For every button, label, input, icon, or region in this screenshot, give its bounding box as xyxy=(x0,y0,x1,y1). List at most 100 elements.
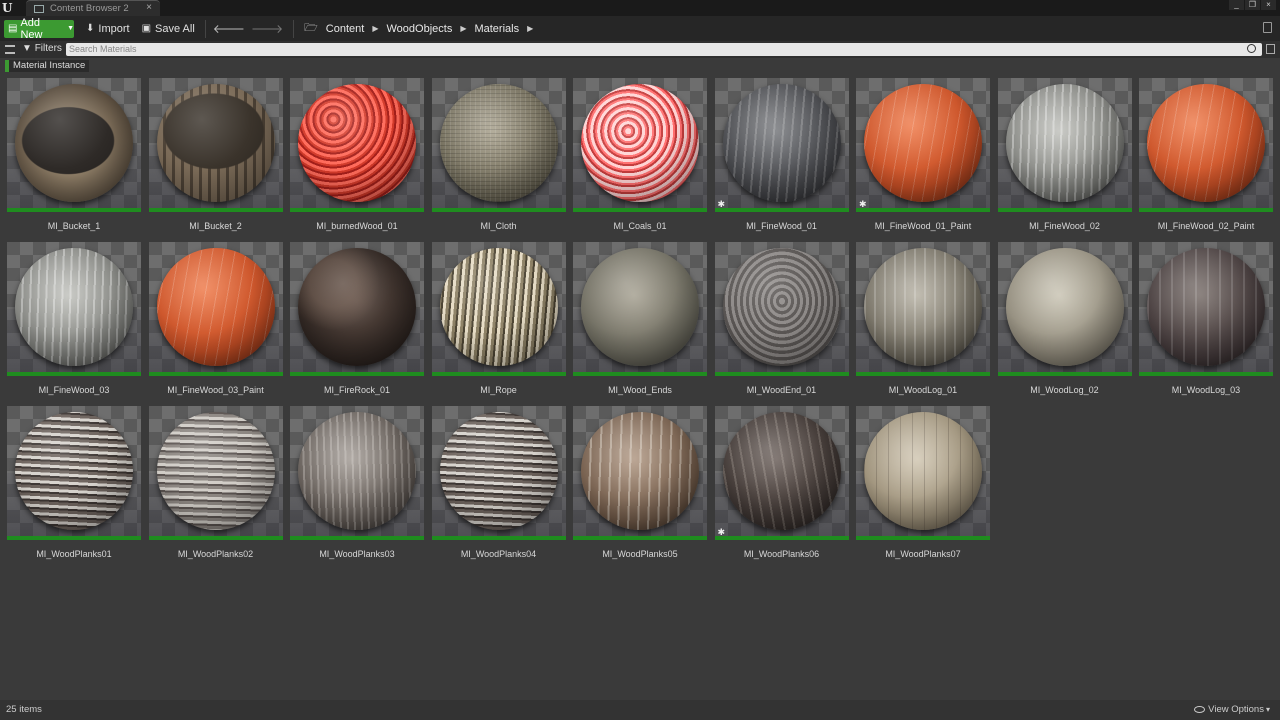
asset-tile[interactable]: MI_WoodEnd_01 xyxy=(714,242,849,395)
asset-tile[interactable]: ✱ MI_FineWood_01 xyxy=(714,78,849,231)
asset-tile[interactable]: MI_FineWood_03 xyxy=(7,242,141,395)
dirty-asterisk-icon: ✱ xyxy=(717,527,726,537)
asset-type-color-bar xyxy=(1139,372,1273,376)
chevron-down-icon: ▾ xyxy=(1265,705,1270,714)
asset-type-color-bar xyxy=(290,536,424,540)
asset-name: MI_WoodPlanks01 xyxy=(36,549,112,559)
chevron-right-icon[interactable]: ▶ xyxy=(527,24,533,33)
asset-type-color-bar xyxy=(148,372,283,376)
view-options-button[interactable]: View Options ▾ xyxy=(1194,704,1270,715)
breadcrumb-content[interactable]: Content xyxy=(326,23,365,35)
chevron-right-icon[interactable]: ▶ xyxy=(460,24,466,33)
tab-label: Content Browser 2 xyxy=(50,3,129,14)
asset-tile[interactable]: MI_Rope xyxy=(431,242,566,395)
asset-name: MI_Wood_Ends xyxy=(608,385,672,395)
maximize-button[interactable]: ❐ xyxy=(1245,0,1260,10)
asset-name: MI_WoodEnd_01 xyxy=(746,385,817,395)
asset-thumbnail xyxy=(1139,78,1273,212)
add-new-button[interactable]: ▤ Add New ▼ xyxy=(4,16,74,41)
asset-thumbnail: ✱ xyxy=(714,406,849,540)
tab-content-browser[interactable]: Content Browser 2 × xyxy=(26,0,160,16)
import-button[interactable]: ⬇ Import xyxy=(86,20,130,38)
asset-tile[interactable]: MI_WoodPlanks04 xyxy=(431,406,566,559)
save-search-icon[interactable] xyxy=(1266,44,1275,54)
close-window-button[interactable]: × xyxy=(1261,0,1276,10)
breadcrumb: 🗁 Content ▶ WoodObjects ▶ Materials ▶ xyxy=(304,19,541,38)
item-count: 25 items xyxy=(6,704,42,715)
asset-name: MI_WoodPlanks04 xyxy=(460,549,537,559)
filter-funnel-icon: ▼ xyxy=(22,43,32,54)
asset-tile[interactable]: MI_Coals_01 xyxy=(573,78,707,231)
asset-name: MI_WoodPlanks05 xyxy=(602,549,678,559)
asset-name: MI_burnedWood_01 xyxy=(316,221,398,231)
asset-tile[interactable]: MI_WoodPlanks03 xyxy=(290,406,424,559)
breadcrumb-woodobjects[interactable]: WoodObjects xyxy=(386,23,452,35)
asset-type-color-bar xyxy=(997,372,1132,376)
breadcrumb-materials[interactable]: Materials xyxy=(474,23,519,35)
chevron-right-icon[interactable]: ▶ xyxy=(372,24,378,33)
asset-tile[interactable]: MI_Bucket_1 xyxy=(7,78,141,231)
asset-name: MI_FineWood_03_Paint xyxy=(167,385,264,395)
asset-thumbnail xyxy=(1139,242,1273,376)
asset-tile[interactable]: ✱ MI_WoodPlanks06 xyxy=(714,406,849,559)
material-sphere-preview xyxy=(156,412,275,530)
asset-tile[interactable]: MI_Bucket_2 xyxy=(148,78,283,231)
asset-type-color-bar xyxy=(7,372,141,376)
asset-name: MI_FineWood_02 xyxy=(1029,221,1100,231)
asset-tile[interactable]: MI_Wood_Ends xyxy=(573,242,707,395)
asset-thumbnail xyxy=(148,78,283,212)
save-icon: ▣ xyxy=(141,23,152,34)
asset-thumbnail xyxy=(290,406,424,540)
asset-tile[interactable]: MI_WoodPlanks01 xyxy=(7,406,141,559)
add-new-label: Add New xyxy=(20,16,43,41)
window-controls: _ ❐ × xyxy=(1229,0,1276,10)
asset-tile[interactable]: MI_WoodPlanks05 xyxy=(573,406,707,559)
asset-name: MI_Bucket_1 xyxy=(47,221,101,231)
asset-type-color-bar xyxy=(714,208,849,212)
filters-label: Filters xyxy=(34,43,62,54)
asset-name: MI_WoodPlanks07 xyxy=(885,549,961,559)
material-sphere-preview xyxy=(864,412,982,530)
asset-type-color-bar xyxy=(148,536,283,540)
asset-tile[interactable]: MI_FineWood_03_Paint xyxy=(148,242,283,395)
material-sphere-preview xyxy=(298,84,416,202)
asset-name: MI_WoodLog_03 xyxy=(1171,385,1241,395)
search-input[interactable]: Search Materials xyxy=(66,43,1262,56)
asset-tile[interactable]: MI_Cloth xyxy=(431,78,566,231)
asset-tile[interactable]: MI_FireRock_01 xyxy=(290,242,424,395)
asset-tile[interactable]: MI_WoodLog_03 xyxy=(1139,242,1273,395)
folder-icon[interactable]: 🗁 xyxy=(304,19,318,38)
material-sphere-preview xyxy=(1005,248,1124,366)
material-sphere-preview xyxy=(581,84,699,202)
asset-tile[interactable]: ✱ MI_FineWood_01_Paint xyxy=(856,78,990,231)
save-all-button[interactable]: ▣ Save All xyxy=(142,20,195,38)
asset-thumbnail xyxy=(714,242,849,376)
asset-thumbnail xyxy=(997,242,1132,376)
sources-panel-icon[interactable] xyxy=(5,45,15,54)
asset-tile[interactable]: MI_WoodLog_02 xyxy=(997,242,1132,395)
asset-tile[interactable]: MI_WoodPlanks02 xyxy=(148,406,283,559)
asset-tile[interactable]: MI_WoodPlanks07 xyxy=(856,406,990,559)
forward-arrow-icon[interactable]: 🡒 xyxy=(251,21,283,36)
asset-tile[interactable]: MI_burnedWood_01 xyxy=(290,78,424,231)
asset-type-color-bar xyxy=(431,208,566,212)
asset-tile[interactable]: MI_FineWood_02_Paint xyxy=(1139,78,1273,231)
import-label: Import xyxy=(98,22,130,35)
asset-type-color-bar xyxy=(573,372,707,376)
back-arrow-icon[interactable]: 🡐 xyxy=(213,21,245,36)
filters-button[interactable]: ▼ Filters ▼ xyxy=(22,43,72,54)
eye-icon xyxy=(1194,706,1206,713)
asset-tile[interactable]: MI_WoodLog_01 xyxy=(856,242,990,395)
asset-type-color-bar xyxy=(431,536,566,540)
asset-name: MI_FireRock_01 xyxy=(323,385,391,395)
lock-icon[interactable] xyxy=(1263,22,1272,33)
asset-tile[interactable]: MI_FineWood_02 xyxy=(997,78,1132,231)
close-tab-icon[interactable]: × xyxy=(146,2,152,13)
filter-chip-material-instance[interactable]: Material Instance xyxy=(5,60,90,72)
material-sphere-preview xyxy=(15,248,133,366)
dirty-asterisk-icon: ✱ xyxy=(859,199,867,209)
asset-thumbnail xyxy=(7,78,141,212)
material-sphere-preview xyxy=(864,84,982,202)
asset-thumbnail: ✱ xyxy=(714,78,849,212)
minimize-button[interactable]: _ xyxy=(1229,0,1244,10)
